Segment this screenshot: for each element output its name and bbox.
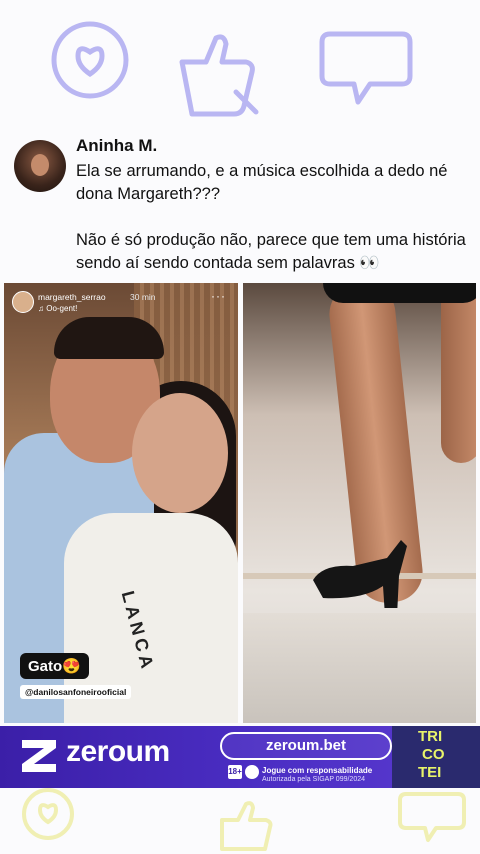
chat-bubble-icon bbox=[398, 792, 466, 842]
sandal-heel bbox=[313, 540, 407, 608]
story-time: 30 min bbox=[130, 292, 156, 302]
gato-sticker: Gato😍 bbox=[20, 653, 89, 679]
heart-icon bbox=[22, 788, 74, 840]
story-screenshot[interactable]: LANCA margareth_serrao 30 min ··· ♫ Oo-g… bbox=[4, 283, 238, 723]
comment-line-2: Não é só produção não, parece que tem um… bbox=[76, 231, 466, 272]
partner-line-2: CO bbox=[422, 746, 445, 763]
comment-author[interactable]: Aninha M. bbox=[76, 136, 157, 156]
avatar[interactable] bbox=[14, 140, 66, 192]
story-music-label[interactable]: ♫ Oo-gent! bbox=[38, 304, 77, 313]
chat-bubble-icon bbox=[319, 31, 413, 105]
partner-logo: TRI CO TEI bbox=[392, 726, 480, 788]
mention-tag[interactable]: @danilosanfoneirooficial bbox=[20, 685, 132, 699]
comment-text: Ela se arrumando, e a música escolhida a… bbox=[76, 160, 472, 298]
shoe-photo[interactable] bbox=[243, 283, 476, 723]
age-badge: 18+ bbox=[228, 765, 242, 779]
photo-collage: LANCA margareth_serrao 30 min ··· ♫ Oo-g… bbox=[0, 283, 480, 723]
bottom-doodles bbox=[22, 788, 466, 851]
ad-banner[interactable]: zeroum zeroum.bet 18+ Jogue com responsa… bbox=[0, 726, 480, 788]
responsibility-text: Jogue com responsabilidade bbox=[262, 766, 373, 775]
ad-brand: zeroum bbox=[66, 735, 170, 768]
heart-icon bbox=[51, 21, 129, 99]
top-doodles bbox=[51, 21, 413, 117]
ad-url-button[interactable]: zeroum.bet bbox=[220, 732, 392, 760]
thumbs-up-icon bbox=[179, 34, 259, 117]
more-options-icon[interactable]: ··· bbox=[211, 289, 226, 303]
partner-line-1: TRI bbox=[418, 728, 443, 745]
seal-icon bbox=[245, 765, 259, 779]
story-header: margareth_serrao 30 min ··· ♫ Oo-gent! bbox=[12, 289, 230, 321]
thumbs-up-icon bbox=[220, 801, 273, 851]
story-avatar[interactable] bbox=[12, 291, 34, 313]
story-username[interactable]: margareth_serrao bbox=[38, 292, 106, 302]
zeroum-logo-icon bbox=[22, 740, 56, 772]
comment-line-1: Ela se arrumando, e a música escolhida a… bbox=[76, 162, 448, 203]
partner-line-3: TEI bbox=[418, 764, 442, 781]
